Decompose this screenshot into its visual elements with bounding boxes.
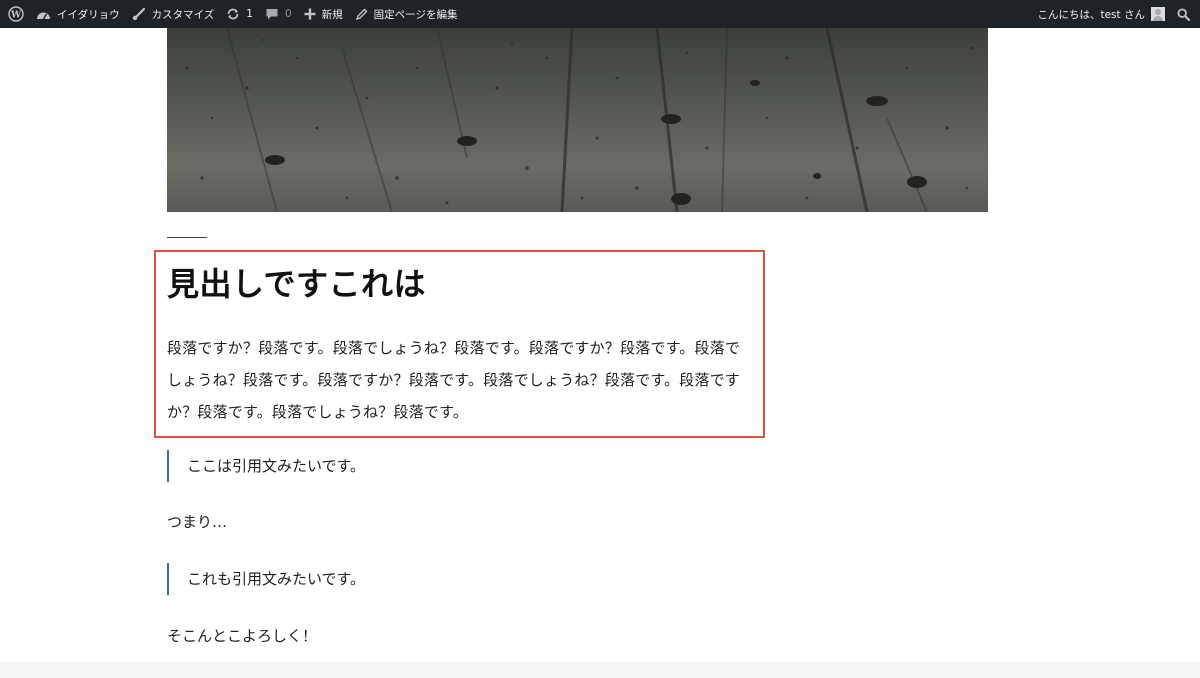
user-account-menu[interactable]: こんにちは、test さん — [1031, 0, 1171, 28]
quote-text-2: これも引用文みたいです。 — [187, 570, 366, 588]
quote-block-1[interactable]: ここは引用文みたいです。 — [167, 450, 767, 482]
site-name-label: イイダリョウ — [57, 8, 120, 21]
search-button[interactable] — [1171, 0, 1200, 28]
brush-icon — [132, 7, 145, 21]
avatar — [1151, 7, 1165, 21]
paragraph-text-1[interactable]: つまり… — [167, 506, 227, 538]
edit-page-label: 固定ページを編集 — [373, 8, 458, 21]
dashboard-icon — [37, 12, 50, 19]
hero-image-texture — [185, 28, 974, 212]
updates-link[interactable]: 1 — [220, 0, 259, 28]
new-content-menu[interactable]: 新規 — [298, 0, 349, 28]
updates-icon — [227, 8, 239, 20]
site-name-menu[interactable]: イイダリョウ — [30, 0, 126, 28]
customize-label: カスタマイズ — [151, 8, 215, 21]
comments-link[interactable]: 0 — [259, 0, 298, 28]
customize-link[interactable]: カスタマイズ — [126, 0, 221, 28]
edit-page-link[interactable]: 固定ページを編集 — [349, 0, 464, 28]
updates-count: 1 — [246, 8, 253, 20]
search-icon — [1177, 7, 1190, 21]
paragraph-block[interactable]: 段落ですか？段落です。段落でしょうね？段落です。段落ですか？段落です。段落でしょ… — [167, 332, 752, 428]
new-label: 新規 — [321, 8, 343, 21]
bottom-strip — [0, 662, 1200, 678]
wordpress-icon: W — [8, 6, 24, 22]
admin-bar: W イイダリョウ カスタマイズ 1 0 新規 固定ページを編集 こんにちは、te… — [0, 0, 1200, 28]
quote-text-1: ここは引用文みたいです。 — [187, 457, 366, 475]
plus-icon — [304, 8, 316, 20]
wordpress-logo-button[interactable]: W — [0, 0, 30, 28]
pencil-icon — [355, 8, 368, 20]
paragraph-text-2[interactable]: そこんとこよろしく！ — [167, 620, 317, 652]
comment-icon — [266, 9, 278, 20]
hero-image — [167, 28, 988, 212]
user-greeting: こんにちは、test さん — [1037, 8, 1145, 21]
quote-block-2[interactable]: これも引用文みたいです。 — [167, 563, 767, 595]
comments-count: 0 — [284, 8, 292, 20]
page-heading[interactable]: 見出しですこれは — [167, 262, 426, 306]
svg-text:W: W — [10, 11, 22, 21]
separator — [167, 237, 207, 238]
